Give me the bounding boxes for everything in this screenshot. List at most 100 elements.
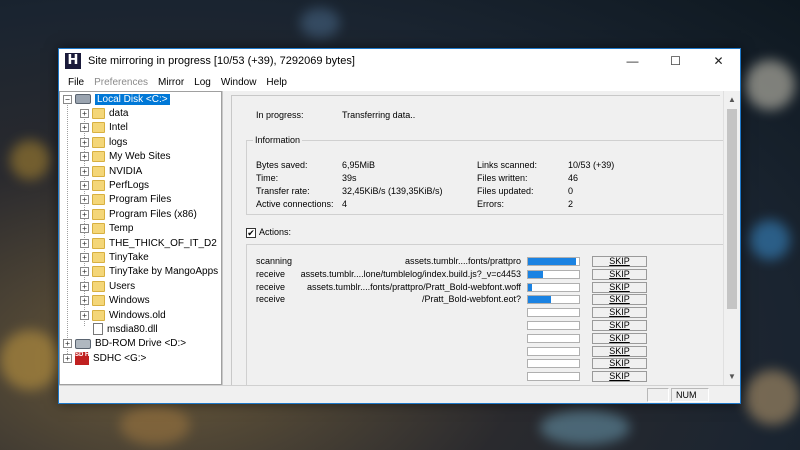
tree-node-folder[interactable]: + THE_THICK_OF_IT_D2 (60, 236, 221, 250)
folder-icon (92, 151, 105, 163)
expand-icon[interactable]: + (80, 123, 89, 133)
tree-label: logs (109, 136, 128, 148)
actions-group: scanning assets.tumblr....fonts/prattpro S… (246, 244, 725, 394)
tree-node-folder[interactable]: + NVIDIA (60, 164, 221, 178)
tree-node-folder[interactable]: + Users (60, 279, 221, 293)
folder-icon (92, 108, 105, 120)
in-progress-value: Transferring data.. (342, 110, 416, 120)
skip-button[interactable]: SKIP (592, 281, 647, 293)
skip-label: SKIP (609, 256, 630, 266)
scrollbar-thumb[interactable] (727, 109, 737, 309)
expand-icon[interactable]: + (80, 137, 89, 147)
tree-node-folder[interactable]: + Program Files (x86) (60, 207, 221, 221)
skip-button[interactable]: SKIP (592, 320, 647, 331)
expand-icon[interactable]: + (63, 339, 72, 349)
tree-node-root[interactable]: − Local Disk <C:> (60, 92, 221, 106)
skip-label: SKIP (609, 268, 630, 279)
tree-node-file[interactable]: msdia80.dll (60, 322, 221, 336)
skip-button[interactable]: SKIP (592, 358, 647, 370)
maximize-button[interactable]: ☐ (654, 49, 697, 73)
expand-icon[interactable]: + (80, 209, 89, 219)
tree-node-folder[interactable]: + TinyTake by MangoApps (60, 265, 221, 279)
expand-icon[interactable]: + (80, 181, 89, 191)
expand-icon[interactable]: + (63, 353, 72, 363)
action-progress-bar (527, 359, 580, 369)
expand-icon[interactable]: + (80, 109, 89, 119)
info-value: 46 (568, 173, 579, 183)
folder-tree[interactable]: − Local Disk <C:> + data + Intel + logs + My We… (59, 91, 222, 385)
expand-icon[interactable]: + (80, 152, 89, 162)
expand-icon[interactable]: + (80, 252, 89, 262)
information-group: Information Bytes saved: 6,95MiB Time: 39s T… (246, 135, 725, 215)
tree-label: PerfLogs (109, 180, 150, 192)
info-label: Time: (256, 173, 279, 183)
skip-button[interactable]: SKIP (592, 345, 647, 357)
info-value: 0 (568, 186, 574, 196)
tree-node-folder[interactable]: + data (60, 106, 221, 120)
skip-button[interactable]: SKIP (592, 307, 647, 319)
folder-icon (92, 223, 105, 235)
window-title: Site mirroring in progress [10/53 (+39),… (88, 55, 355, 67)
info-value: 32,45KiB/s (139,35KiB/s) (342, 186, 443, 196)
expand-icon[interactable]: + (80, 296, 89, 306)
info-label: Links scanned: (477, 160, 538, 170)
info-label: Active connections: (256, 199, 334, 209)
expand-icon[interactable]: + (80, 310, 89, 320)
tree-node-folder[interactable]: + Windows.old (60, 308, 221, 322)
tree-node-folder[interactable]: + logs (60, 135, 221, 149)
tree-node-folder[interactable]: + PerfLogs (60, 178, 221, 192)
menu-preferences[interactable]: Preferences (89, 77, 153, 88)
action-path: assets.tumblr....fonts/prattpro/Pratt_Bo… (307, 281, 521, 292)
actions-checkbox[interactable]: ✔ (246, 227, 256, 238)
folder-icon (92, 122, 105, 134)
title-bar[interactable]: H Site mirroring in progress [10/53 (+39… (59, 49, 740, 73)
skip-label: SKIP (609, 358, 630, 369)
scroll-down-icon[interactable]: ▼ (724, 368, 740, 385)
vertical-scrollbar[interactable]: ▲ ▼ (723, 91, 740, 385)
tree-node-folder[interactable]: + Windows (60, 293, 221, 307)
tree-label: Local Disk <C:> (95, 93, 170, 105)
expand-icon[interactable]: + (80, 267, 89, 277)
tree-node-folder[interactable]: + Intel (60, 121, 221, 135)
skip-button[interactable]: SKIP (592, 332, 647, 344)
tree-node-drive-g[interactable]: + SD HC SDHC <G:> (60, 351, 221, 365)
skip-label: SKIP (609, 281, 630, 292)
minimize-button[interactable]: — (611, 49, 654, 73)
tree-node-folder[interactable]: + TinyTake (60, 250, 221, 264)
menu-mirror[interactable]: Mirror (153, 77, 189, 88)
menu-help[interactable]: Help (261, 77, 292, 88)
tree-label: Program Files (109, 194, 172, 206)
tree-node-folder[interactable]: + My Web Sites (60, 150, 221, 164)
hard-drive-icon (75, 94, 91, 105)
expand-icon[interactable]: + (80, 195, 89, 205)
skip-button[interactable]: SKIP (592, 371, 647, 383)
skip-label: SKIP (609, 371, 630, 382)
folder-icon (92, 165, 105, 177)
menu-log[interactable]: Log (189, 77, 216, 88)
tree-label: Windows (109, 295, 150, 307)
expand-icon[interactable]: + (80, 224, 89, 234)
scroll-up-icon[interactable]: ▲ (724, 91, 740, 108)
tree-node-folder[interactable]: + Temp (60, 222, 221, 236)
collapse-icon[interactable]: − (63, 94, 72, 104)
skip-button[interactable]: SKIP (592, 268, 647, 280)
skip-button[interactable]: SKIP (592, 294, 647, 306)
tree-node-drive-d[interactable]: + BD-ROM Drive <D:> (60, 337, 221, 351)
info-value: 10/53 (+39) (568, 160, 615, 170)
expand-icon[interactable]: + (80, 281, 89, 291)
expand-icon[interactable]: + (80, 238, 89, 248)
tree-label: SDHC <G:> (93, 352, 147, 364)
skip-button[interactable]: SKIP (592, 256, 647, 267)
close-button[interactable]: ✕ (697, 49, 740, 73)
information-title: Information (253, 135, 303, 145)
actions-toggle[interactable]: ✔ Actions: (246, 227, 291, 238)
expand-icon[interactable]: + (80, 166, 89, 176)
optical-drive-icon (75, 338, 91, 349)
menu-file[interactable]: File (63, 77, 89, 88)
minimize-icon: — (626, 54, 639, 68)
folder-icon (92, 208, 105, 220)
tree-label: THE_THICK_OF_IT_D2 (109, 237, 217, 249)
menu-window[interactable]: Window (216, 77, 262, 88)
info-value: 39s (342, 173, 357, 183)
tree-node-folder[interactable]: + Program Files (60, 193, 221, 207)
